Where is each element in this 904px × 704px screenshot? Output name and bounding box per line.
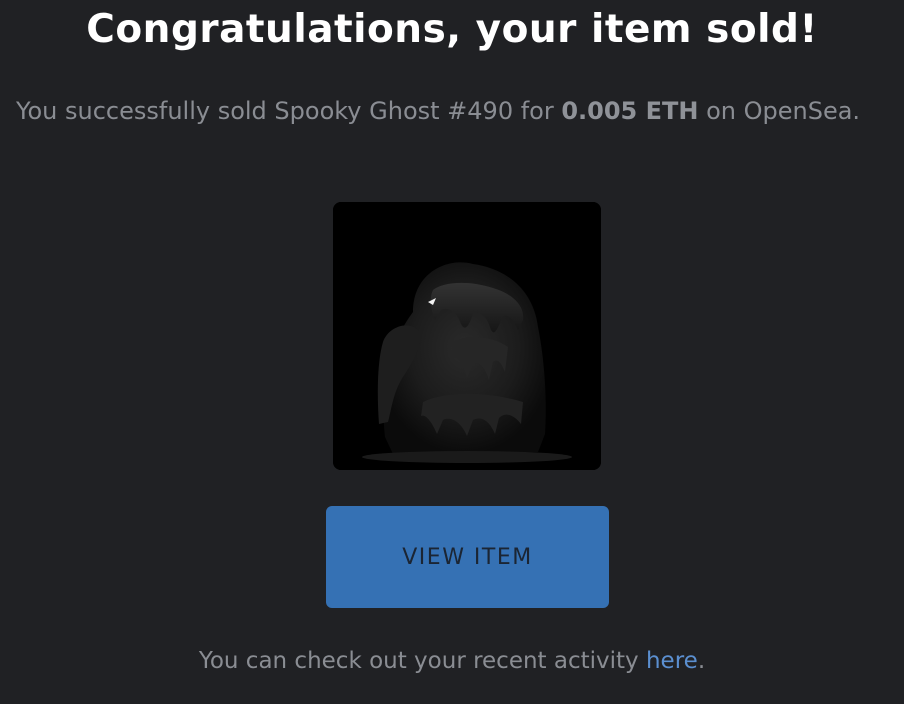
sale-message-suffix: on OpenSea. <box>698 97 861 125</box>
recent-activity-link[interactable]: here <box>646 648 698 674</box>
ghost-nft-icon <box>333 202 601 470</box>
nft-image <box>333 202 601 470</box>
page-title: Congratulations, your item sold! <box>86 7 818 52</box>
sale-price: 0.005 ETH <box>561 97 699 125</box>
footer-text-prefix: You can check out your recent activity <box>198 648 646 674</box>
sale-confirmation-page: Congratulations, your item sold! You suc… <box>0 0 904 704</box>
sale-message-prefix: You successfully sold Spooky Ghost #490 … <box>16 97 562 125</box>
activity-footer: You can check out your recent activity h… <box>0 641 904 681</box>
sale-message: You successfully sold Spooky Ghost #490 … <box>16 91 876 131</box>
footer-text-suffix: . <box>697 648 706 674</box>
view-item-button[interactable]: VIEW ITEM <box>326 506 609 608</box>
